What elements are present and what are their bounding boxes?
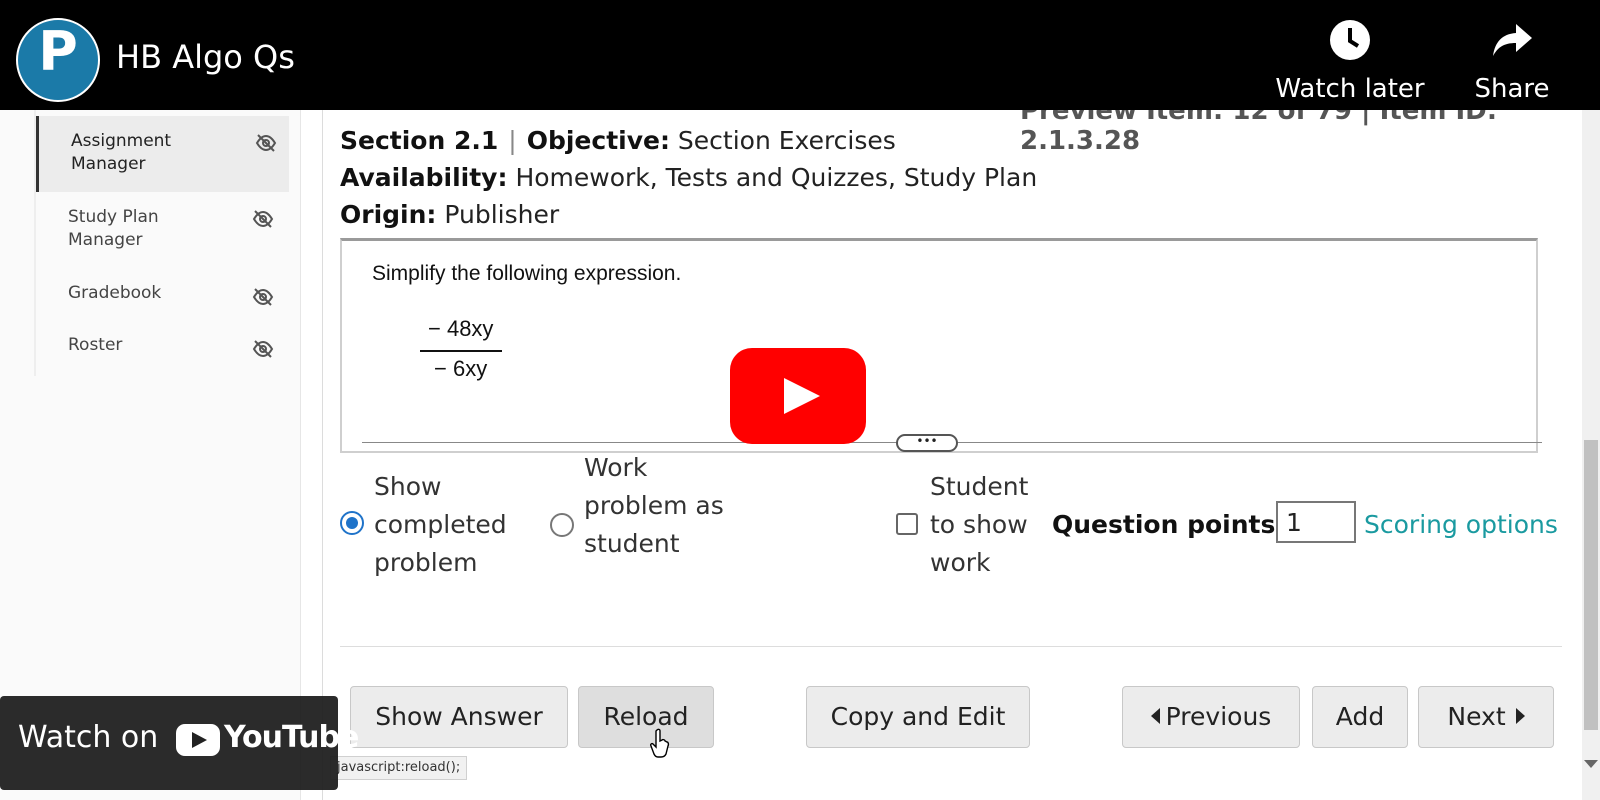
fraction-denominator: − 6xy [434,356,488,381]
divider [340,646,1562,647]
eye-slash-icon[interactable] [252,208,274,230]
youtube-logo-icon [176,724,220,756]
channel-avatar[interactable]: P [16,18,100,102]
eye-slash-icon[interactable] [252,338,274,360]
eye-slash-icon[interactable] [255,132,277,154]
separator: | [508,126,517,155]
splitter-handle[interactable]: ••• [896,434,958,452]
scroll-down-arrow-icon[interactable] [1584,760,1598,768]
availability-value: Homework, Tests and Quizzes, Study Plan [515,163,1038,192]
show-answer-button[interactable]: Show Answer [350,686,568,748]
caret-left-icon [1150,708,1160,724]
show-completed-radio[interactable] [340,511,364,535]
student-show-work-checkbox[interactable] [896,513,918,535]
add-button[interactable]: Add [1312,686,1408,748]
hand-pointer-icon [650,728,670,758]
sidebar-item-label: Study Plan Manager [68,207,159,250]
youtube-wordmark: YouTube [224,720,359,755]
origin-label: Origin: [340,200,437,229]
objective-value: Section Exercises [677,126,896,155]
watch-later-button[interactable]: Watch later [1270,18,1430,104]
play-button[interactable] [730,348,866,444]
sidebar-item-gradebook[interactable]: Gradebook [36,282,286,312]
student-show-work-label[interactable]: Student to show work [930,468,1050,582]
share-button[interactable]: Share [1432,18,1592,104]
fraction-numerator: − 48xy [428,316,494,341]
origin-value: Publisher [444,200,560,229]
availability-label: Availability: [340,163,508,192]
status-bar-url: javascript:reload(); [330,756,468,780]
section-label: Section 2.1 [340,126,499,155]
video-title-bar: P HB Algo Qs Watch later Share [0,0,1600,110]
watch-on-label: Watch on [18,720,159,755]
sidebar-item-label: Roster [68,335,123,355]
sidebar-item-study-plan-manager[interactable]: Study Plan Manager [36,206,286,256]
availability-line: Availability: Homework, Tests and Quizze… [340,163,1037,192]
origin-line: Origin: Publisher [340,200,559,229]
question-prompt: Simplify the following expression. [372,262,682,285]
watch-later-label: Watch later [1275,74,1425,104]
caret-right-icon [1515,708,1525,724]
fraction-bar [420,350,502,352]
sidebar-item-roster[interactable]: Roster [36,334,286,364]
copy-and-edit-button[interactable]: Copy and Edit [806,686,1030,748]
reload-button[interactable]: Reload [578,686,714,748]
sidebar-item-label: Assignment Manager [71,131,172,174]
watch-on-youtube-button[interactable]: Watch on YouTube [0,696,359,790]
question-points-input[interactable] [1276,501,1356,543]
scoring-options-link[interactable]: Scoring options [1364,510,1558,539]
clock-icon [1270,18,1430,74]
sidebar-item-label: Gradebook [68,283,162,303]
pearson-logo-icon: P [38,20,78,83]
share-icon [1432,18,1592,74]
work-as-student-label[interactable]: Work problem as student [584,449,724,563]
objective-label: Objective: [526,126,670,155]
video-title[interactable]: HB Algo Qs [116,38,295,76]
next-button[interactable]: Next [1418,686,1554,748]
share-label: Share [1474,74,1550,104]
section-objective-line: Section 2.1 | Objective: Section Exercises [340,126,896,155]
next-label: Next [1447,702,1506,731]
work-as-student-radio[interactable] [550,513,574,537]
sidebar-item-assignment-manager[interactable]: Assignment Manager [36,116,289,192]
question-points-label: Question points: [1052,510,1286,539]
show-completed-label[interactable]: Show completed problem [374,468,524,582]
previous-button[interactable]: Previous [1122,686,1300,748]
eye-slash-icon[interactable] [252,286,274,308]
scrollbar-thumb[interactable] [1584,440,1598,730]
previous-label: Previous [1165,702,1272,731]
